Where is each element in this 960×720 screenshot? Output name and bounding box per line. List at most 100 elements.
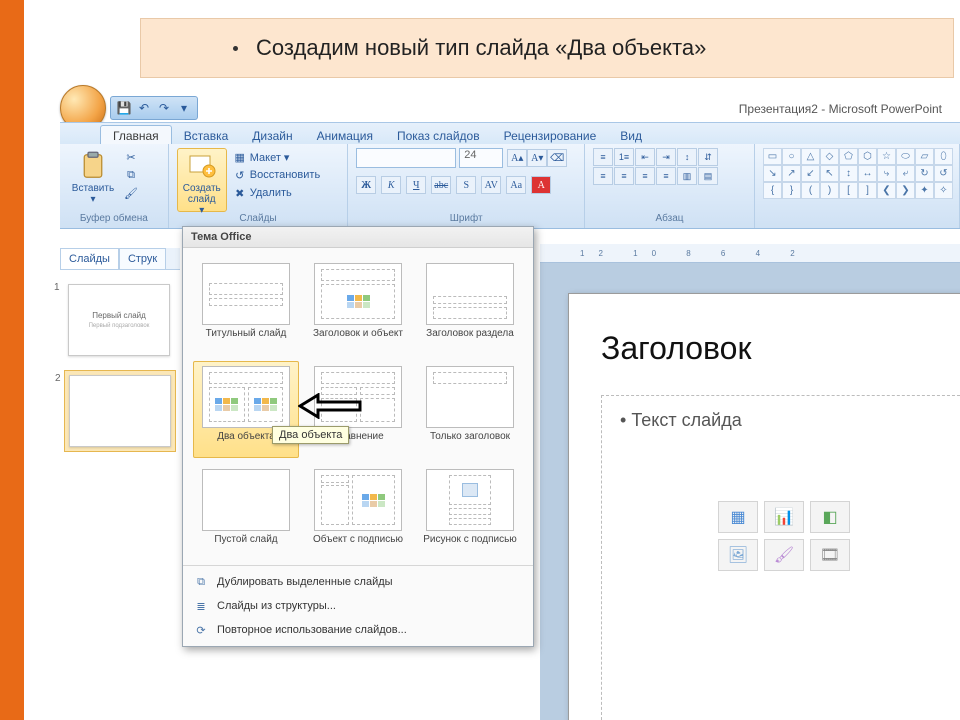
underline-button[interactable]: Ч: [406, 176, 426, 194]
slide-canvas[interactable]: Заголовок Текст слайда ▦ 📊 ◧ 🖼 🖌 🎞 •: [568, 293, 960, 720]
layout-button[interactable]: ▦Макет ▾: [233, 148, 320, 166]
font-color-button[interactable]: A: [531, 176, 551, 194]
tab-animation[interactable]: Анимация: [305, 126, 385, 145]
shape-6[interactable]: ☆: [877, 148, 896, 165]
shape-15[interactable]: ↔: [858, 165, 877, 182]
panel-tab-slides[interactable]: Слайды: [60, 248, 119, 269]
insert-table-icon[interactable]: ▦: [718, 501, 758, 533]
font-family-select[interactable]: [356, 148, 456, 168]
shape-24[interactable]: [: [839, 182, 858, 199]
shape-27[interactable]: ❯: [896, 182, 915, 199]
align-justify-button[interactable]: ≡: [656, 167, 676, 185]
shape-0[interactable]: ▭: [763, 148, 782, 165]
copy-icon[interactable]: ⧉: [124, 168, 138, 182]
shape-12[interactable]: ↙: [801, 165, 820, 182]
shape-28[interactable]: ✦: [915, 182, 934, 199]
layout-section-header[interactable]: Заголовок раздела: [417, 258, 523, 355]
shape-17[interactable]: ⤶: [896, 165, 915, 182]
insert-chart-icon[interactable]: 📊: [764, 501, 804, 533]
shape-23[interactable]: ): [820, 182, 839, 199]
shadow-button[interactable]: S: [456, 176, 476, 194]
shape-10[interactable]: ↘: [763, 165, 782, 182]
delete-slide-button[interactable]: ✖Удалить: [233, 184, 320, 202]
tab-design[interactable]: Дизайн: [240, 126, 304, 145]
slide-content-placeholder[interactable]: Текст слайда ▦ 📊 ◧ 🖼 🖌 🎞: [601, 395, 960, 720]
slide-title-placeholder[interactable]: Заголовок: [601, 330, 960, 367]
strike-button[interactable]: abc: [431, 176, 451, 194]
align-center-button[interactable]: ≡: [614, 167, 634, 185]
gallery-reuse[interactable]: ⟳Повторное использование слайдов...: [183, 618, 533, 642]
tab-review[interactable]: Рецензирование: [492, 126, 609, 145]
shape-1[interactable]: ○: [782, 148, 801, 165]
shape-14[interactable]: ↕: [839, 165, 858, 182]
shape-5[interactable]: ⬡: [858, 148, 877, 165]
panel-tab-outline[interactable]: Струк: [119, 248, 166, 269]
shape-9[interactable]: ⬯: [934, 148, 953, 165]
tab-view[interactable]: Вид: [608, 126, 654, 145]
clear-format-button[interactable]: ⌫: [547, 149, 567, 167]
shape-26[interactable]: ❮: [877, 182, 896, 199]
new-slide-button[interactable]: Создать слайд▾: [177, 148, 227, 212]
grow-font-button[interactable]: A▴: [507, 149, 527, 167]
line-spacing-button[interactable]: ↕: [677, 148, 697, 166]
align-right-button[interactable]: ≡: [635, 167, 655, 185]
slide-thumb-2[interactable]: 2: [64, 370, 176, 452]
shrink-font-button[interactable]: A▾: [527, 149, 547, 167]
font-size-select[interactable]: 24: [459, 148, 503, 168]
insert-picture-icon[interactable]: 🖼: [718, 539, 758, 571]
shape-8[interactable]: ▱: [915, 148, 934, 165]
shape-13[interactable]: ↖: [820, 165, 839, 182]
shape-18[interactable]: ↻: [915, 165, 934, 182]
layout-title-only[interactable]: Только заголовок: [417, 361, 523, 458]
qat-more-icon[interactable]: ▾: [177, 101, 191, 115]
columns-button[interactable]: ▥: [677, 167, 697, 185]
shape-7[interactable]: ⬭: [896, 148, 915, 165]
cut-icon[interactable]: ✂: [124, 150, 138, 164]
layout-picture-caption[interactable]: Рисунок с подписью: [417, 464, 523, 561]
insert-media-icon[interactable]: 🎞: [810, 539, 850, 571]
shape-19[interactable]: ↺: [934, 165, 953, 182]
layout-title-slide[interactable]: Титульный слайд: [193, 258, 299, 355]
duplicate-icon: ⧉: [193, 574, 209, 590]
change-case-button[interactable]: Aa: [506, 176, 526, 194]
ribbon-tabs: Главная Вставка Дизайн Анимация Показ сл…: [60, 122, 960, 146]
shape-20[interactable]: {: [763, 182, 782, 199]
insert-clipart-icon[interactable]: 🖌: [764, 539, 804, 571]
shape-2[interactable]: △: [801, 148, 820, 165]
shape-3[interactable]: ◇: [820, 148, 839, 165]
shape-4[interactable]: ⬠: [839, 148, 858, 165]
tab-insert[interactable]: Вставка: [172, 126, 241, 145]
gallery-from-outline[interactable]: ≣Слайды из структуры...: [183, 594, 533, 618]
convert-smartart-button[interactable]: ▤: [698, 167, 718, 185]
insert-smartart-icon[interactable]: ◧: [810, 501, 850, 533]
undo-icon[interactable]: ↶: [137, 101, 151, 115]
text-direction-button[interactable]: ⇵: [698, 148, 718, 166]
align-left-button[interactable]: ≡: [593, 167, 613, 185]
bullets-button[interactable]: ≡: [593, 148, 613, 166]
bold-button[interactable]: Ж: [356, 176, 376, 194]
layout-blank[interactable]: Пустой слайд: [193, 464, 299, 561]
shape-22[interactable]: (: [801, 182, 820, 199]
paste-button[interactable]: Вставить▾: [68, 148, 118, 212]
shape-11[interactable]: ↗: [782, 165, 801, 182]
indent-dec-button[interactable]: ⇤: [635, 148, 655, 166]
format-painter-icon[interactable]: 🖌: [124, 186, 138, 200]
gallery-duplicate[interactable]: ⧉Дублировать выделенные слайды: [183, 570, 533, 594]
indent-inc-button[interactable]: ⇥: [656, 148, 676, 166]
shape-21[interactable]: }: [782, 182, 801, 199]
redo-icon[interactable]: ↷: [157, 101, 171, 115]
shapes-gallery[interactable]: ▭○△◇⬠⬡☆⬭▱⬯ ↘↗↙↖↕↔⤷⤶↻↺ {}()[]❮❯✦✧: [763, 148, 951, 197]
shape-25[interactable]: ]: [858, 182, 877, 199]
italic-button[interactable]: К: [381, 176, 401, 194]
tab-home[interactable]: Главная: [100, 125, 172, 145]
numbering-button[interactable]: 1≡: [614, 148, 634, 166]
save-icon[interactable]: 💾: [117, 101, 131, 115]
slide-thumb-1[interactable]: 1 Первый слайд Первый подзаголовок: [64, 280, 176, 360]
shape-29[interactable]: ✧: [934, 182, 953, 199]
reset-button[interactable]: ↺Восстановить: [233, 166, 320, 184]
tab-slideshow[interactable]: Показ слайдов: [385, 126, 492, 145]
shape-16[interactable]: ⤷: [877, 165, 896, 182]
char-spacing-button[interactable]: AV: [481, 176, 501, 194]
layout-content-caption[interactable]: Объект с подписью: [305, 464, 411, 561]
layout-title-content[interactable]: Заголовок и объект: [305, 258, 411, 355]
